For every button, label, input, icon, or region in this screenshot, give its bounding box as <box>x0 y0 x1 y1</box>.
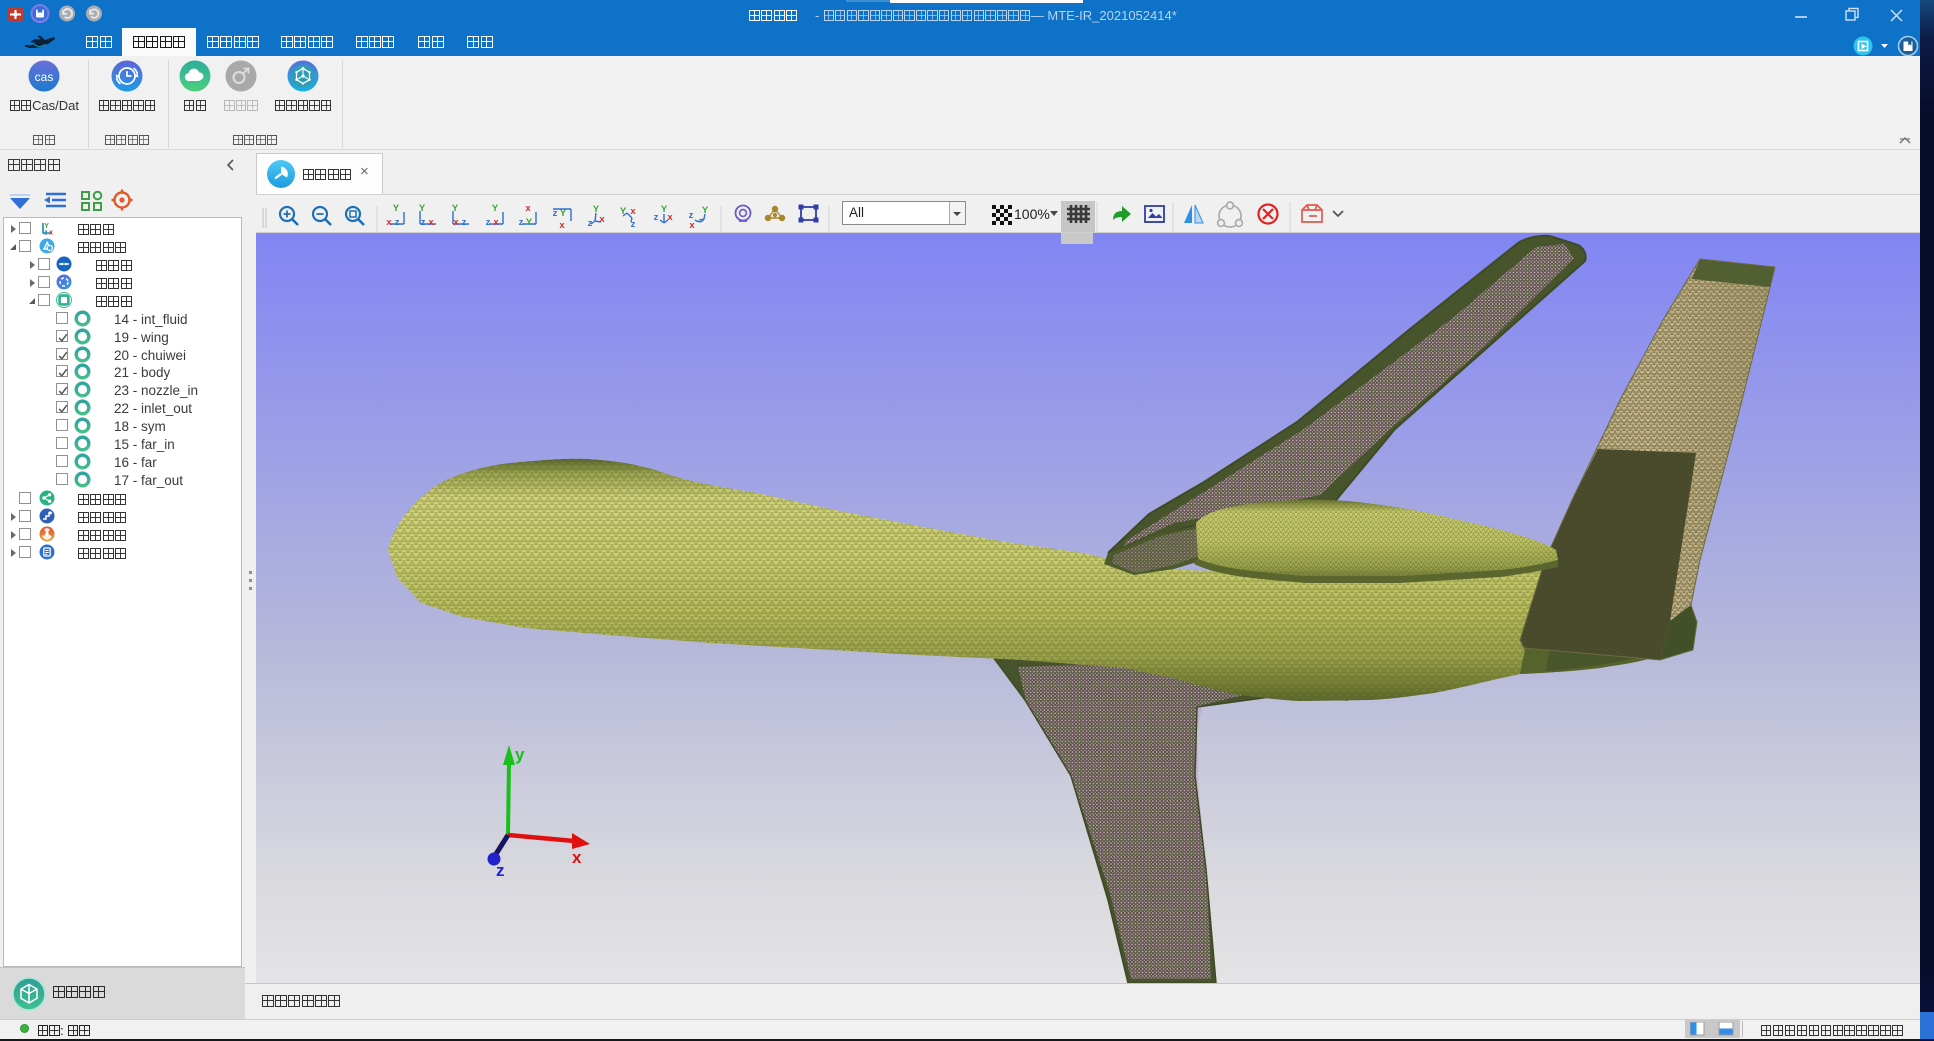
svg-text:cas: cas <box>35 70 54 84</box>
svg-text:y: y <box>515 745 525 764</box>
svg-text:100%: 100% <box>1014 206 1050 222</box>
svg-text:z: z <box>496 861 505 880</box>
svg-text:x: x <box>572 848 582 867</box>
